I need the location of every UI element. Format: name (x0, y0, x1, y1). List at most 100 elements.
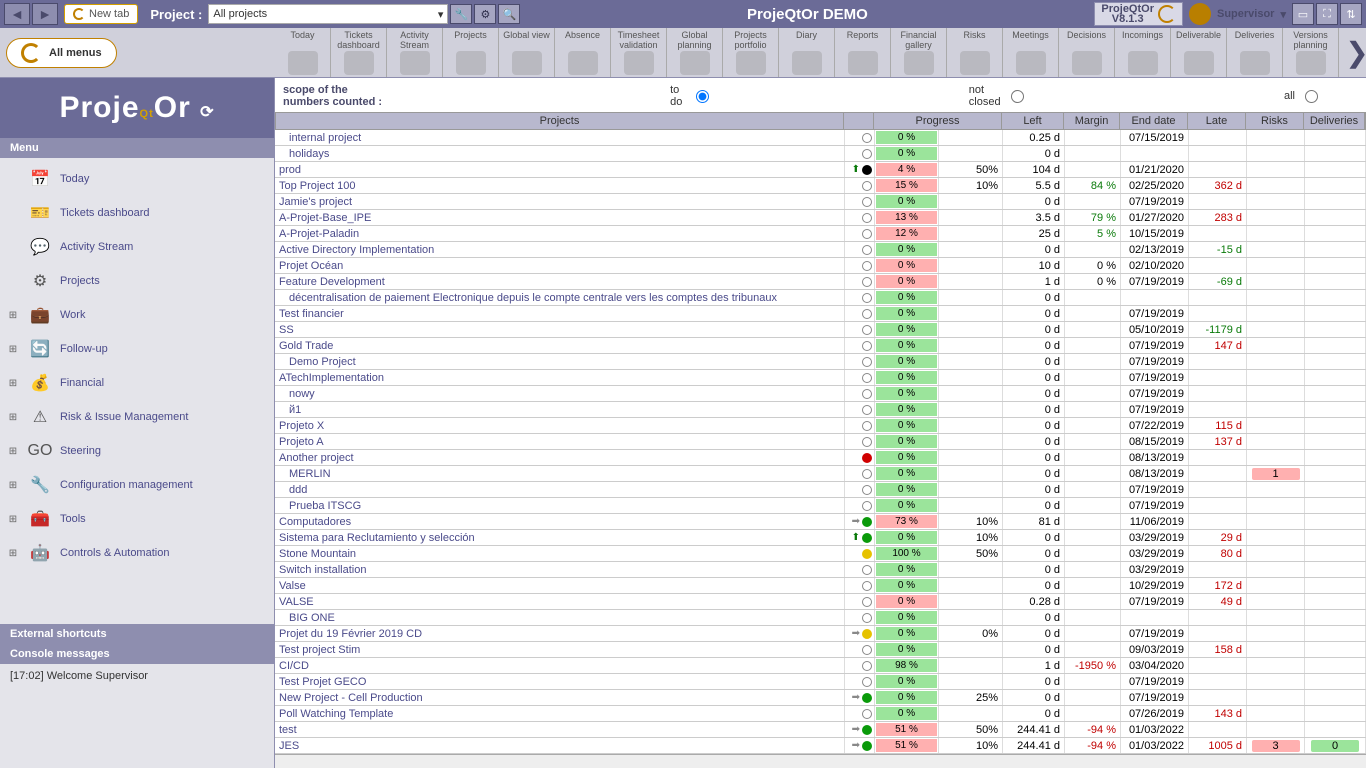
col-header-deliveries[interactable]: Deliveries (1304, 113, 1365, 129)
nav-item[interactable]: Financial gallery (891, 28, 947, 77)
cell-project[interactable]: Computadores (275, 514, 845, 529)
cell-project[interactable]: nowy (275, 386, 845, 401)
col-header-progress[interactable]: Progress (874, 113, 1002, 129)
cell-project[interactable]: décentralisation de paiement Electroniqu… (275, 290, 845, 305)
table-row[interactable]: SS0 %0 d05/10/2019-1179 d (275, 322, 1366, 338)
table-row[interactable]: CI/CD98 %1 d-1950 %03/04/2020 (275, 658, 1366, 674)
sidebar-item[interactable]: ⊞🤖Controls & Automation (0, 536, 274, 570)
col-header-late[interactable]: Late (1188, 113, 1246, 129)
cell-project[interactable]: holidays (275, 146, 845, 161)
scope-notclosed-label[interactable]: not closed (969, 84, 1001, 108)
cell-project[interactable]: A-Projet-Base_IPE (275, 210, 845, 225)
gear-icon[interactable]: ⚙ (474, 4, 496, 24)
sidebar-item[interactable]: ⊞🔄Follow-up (0, 332, 274, 366)
cell-project[interactable]: SS (275, 322, 845, 337)
table-row[interactable]: décentralisation de paiement Electroniqu… (275, 290, 1366, 306)
table-row[interactable]: Computadores➡73 %10%81 d11/06/2019 (275, 514, 1366, 530)
all-menus-button[interactable]: All menus (6, 38, 117, 68)
cell-project[interactable]: Prueba ITSCG (275, 498, 845, 513)
table-row[interactable]: Projeto A0 %0 d08/15/2019137 d (275, 434, 1366, 450)
table-row[interactable]: Jamie's project0 %0 d07/19/2019 (275, 194, 1366, 210)
nav-scroll-right[interactable]: ❯ (1348, 28, 1366, 77)
version-box[interactable]: ProjeQtOr V8.1.3 (1094, 2, 1183, 26)
table-row[interactable]: VALSE0 %0.28 d07/19/201949 d (275, 594, 1366, 610)
nav-item[interactable]: Global view (499, 28, 555, 77)
user-menu[interactable]: Supervisor ▾ (1189, 3, 1286, 25)
cell-project[interactable]: Projet du 19 Février 2019 CD (275, 626, 845, 641)
cell-project[interactable]: ATechImplementation (275, 370, 845, 385)
table-row[interactable]: Valse0 %0 d10/29/2019172 d (275, 578, 1366, 594)
cell-project[interactable]: Demo Project (275, 354, 845, 369)
table-row[interactable]: internal project0 %0.25 d07/15/2019 (275, 130, 1366, 146)
col-header-margin[interactable]: Margin (1064, 113, 1120, 129)
table-row[interactable]: prod⬆4 %50%104 d01/21/2020 (275, 162, 1366, 178)
table-row[interactable]: Active Directory Implementation0 %0 d02/… (275, 242, 1366, 258)
table-row[interactable]: Test Projet GECO0 %0 d07/19/2019 (275, 674, 1366, 690)
table-row[interactable]: Top Project 10015 %10%5.5 d84 %02/25/202… (275, 178, 1366, 194)
nav-item[interactable]: Activity Stream (387, 28, 443, 77)
table-row[interactable]: New Project - Cell Production➡0 %25%0 d0… (275, 690, 1366, 706)
scope-todo-radio[interactable] (696, 90, 709, 103)
cell-project[interactable]: test (275, 722, 845, 737)
table-row[interactable]: ddd0 %0 d07/19/2019 (275, 482, 1366, 498)
sidebar-item[interactable]: ⊞💼Work (0, 298, 274, 332)
table-row[interactable]: Test financier0 %0 d07/19/2019 (275, 306, 1366, 322)
cell-project[interactable]: MERLIN (275, 466, 845, 481)
console-header[interactable]: Console messages (0, 644, 274, 664)
grid-body[interactable]: internal project0 %0.25 d07/15/2019holid… (275, 130, 1366, 754)
nav-item[interactable]: Diary (779, 28, 835, 77)
cell-project[interactable]: Sistema para Reclutamiento y selección (275, 530, 845, 545)
sidebar-item[interactable]: 📅Today (0, 162, 274, 196)
fullscreen-icon[interactable]: ⛶ (1316, 3, 1338, 25)
search-icon[interactable]: 🔍 (498, 4, 520, 24)
external-shortcuts-header[interactable]: External shortcuts (0, 624, 274, 644)
scope-notclosed-radio[interactable] (1011, 90, 1024, 103)
cell-project[interactable]: CI/CD (275, 658, 845, 673)
cell-project[interactable]: Test financier (275, 306, 845, 321)
sidebar-item[interactable]: 🎫Tickets dashboard (0, 196, 274, 230)
col-header-end[interactable]: End date (1120, 113, 1188, 129)
table-row[interactable]: Poll Watching Template0 %0 d07/26/201914… (275, 706, 1366, 722)
cell-project[interactable]: BIG ONE (275, 610, 845, 625)
cell-project[interactable]: New Project - Cell Production (275, 690, 845, 705)
nav-item[interactable]: Incomings (1115, 28, 1171, 77)
table-row[interactable]: holidays0 %0 d (275, 146, 1366, 162)
nav-item[interactable]: Meetings (1003, 28, 1059, 77)
cell-project[interactable]: internal project (275, 130, 845, 145)
cell-project[interactable]: Jamie's project (275, 194, 845, 209)
table-row[interactable]: Stone Mountain100 %50%0 d03/29/201980 d (275, 546, 1366, 562)
table-row[interactable]: Projeto X0 %0 d07/22/2019115 d (275, 418, 1366, 434)
switch-icon[interactable]: ⇅ (1340, 3, 1362, 25)
cell-project[interactable]: A-Projet-Paladin (275, 226, 845, 241)
cell-project[interactable]: Stone Mountain (275, 546, 845, 561)
cell-project[interactable]: й1 (275, 402, 845, 417)
table-row[interactable]: JES➡51 %10%244.41 d-94 %01/03/20221005 d… (275, 738, 1366, 754)
nav-item[interactable]: Timesheet validation (611, 28, 667, 77)
cell-project[interactable]: JES (275, 738, 845, 753)
table-row[interactable]: й10 %0 d07/19/2019 (275, 402, 1366, 418)
table-row[interactable]: A-Projet-Paladin12 %25 d5 %10/15/2019 (275, 226, 1366, 242)
table-row[interactable]: nowy0 %0 d07/19/2019 (275, 386, 1366, 402)
nav-item[interactable]: Reports (835, 28, 891, 77)
collapse-icon[interactable]: ▭ (1292, 3, 1314, 25)
sidebar-item[interactable]: ⊞⚠Risk & Issue Management (0, 400, 274, 434)
nav-item[interactable]: Today (275, 28, 331, 77)
cell-project[interactable]: ddd (275, 482, 845, 497)
col-header-projects[interactable]: Projects (276, 113, 844, 129)
horizontal-scrollbar[interactable] (275, 754, 1366, 768)
cell-project[interactable]: Gold Trade (275, 338, 845, 353)
table-row[interactable]: MERLIN0 %0 d08/13/20191 (275, 466, 1366, 482)
cell-project[interactable]: VALSE (275, 594, 845, 609)
sidebar-item[interactable]: ⊞💰Financial (0, 366, 274, 400)
cell-project[interactable]: Another project (275, 450, 845, 465)
project-selector[interactable]: All projects ▾ (208, 4, 448, 24)
nav-item[interactable]: Versions planning (1283, 28, 1339, 77)
sidebar-item[interactable]: ⊞🧰Tools (0, 502, 274, 536)
forward-button[interactable]: ► (32, 3, 58, 25)
nav-item[interactable]: Deliverable (1171, 28, 1227, 77)
col-header-left[interactable]: Left (1002, 113, 1064, 129)
table-row[interactable]: test➡51 %50%244.41 d-94 %01/03/2022 (275, 722, 1366, 738)
table-row[interactable]: Demo Project0 %0 d07/19/2019 (275, 354, 1366, 370)
table-row[interactable]: BIG ONE0 %0 d (275, 610, 1366, 626)
sidebar-item[interactable]: ⚙Projects (0, 264, 274, 298)
